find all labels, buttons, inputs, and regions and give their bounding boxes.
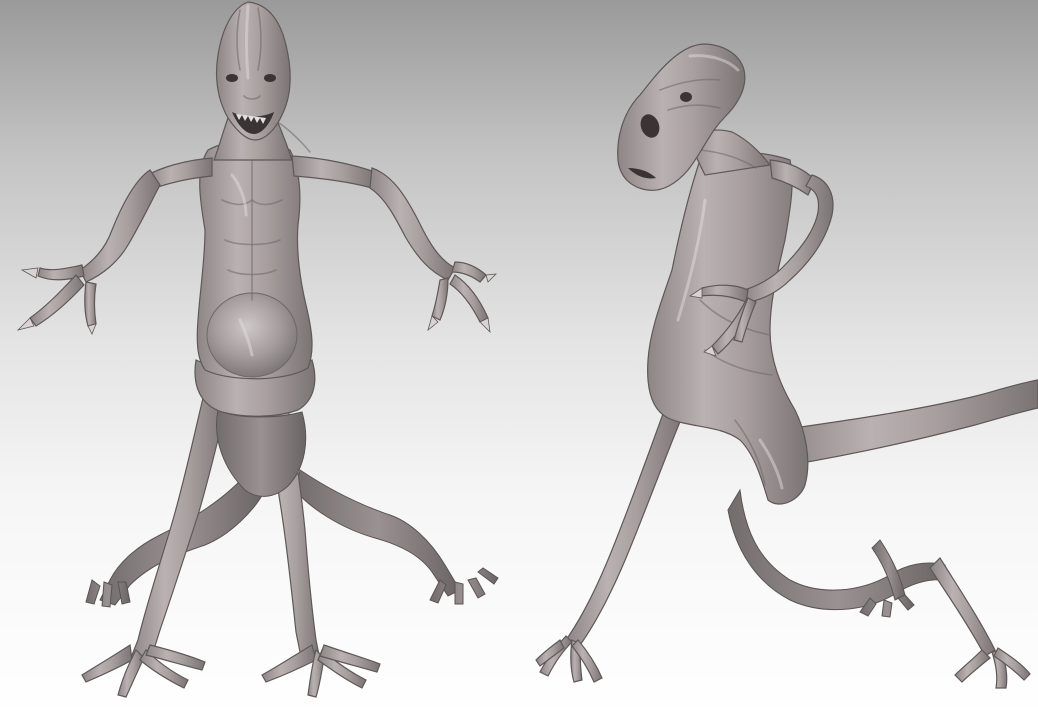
front-creature-right-eye — [264, 74, 276, 82]
front-creature-left-eye — [226, 74, 238, 82]
creature-front-view — [16, 1, 499, 698]
front-creature-right-arm — [291, 155, 498, 334]
front-creature-belly — [206, 292, 298, 378]
side-creature-rear-leg — [727, 488, 1031, 689]
side-creature-front-leg — [535, 399, 685, 683]
creature-side-view — [535, 43, 1038, 689]
render-viewport — [0, 0, 1038, 716]
side-creature-rear-eye — [680, 92, 692, 102]
creature-render-canvas — [16, 1, 1038, 698]
front-creature-left-arm — [16, 157, 213, 335]
side-creature-tail — [779, 379, 1038, 466]
